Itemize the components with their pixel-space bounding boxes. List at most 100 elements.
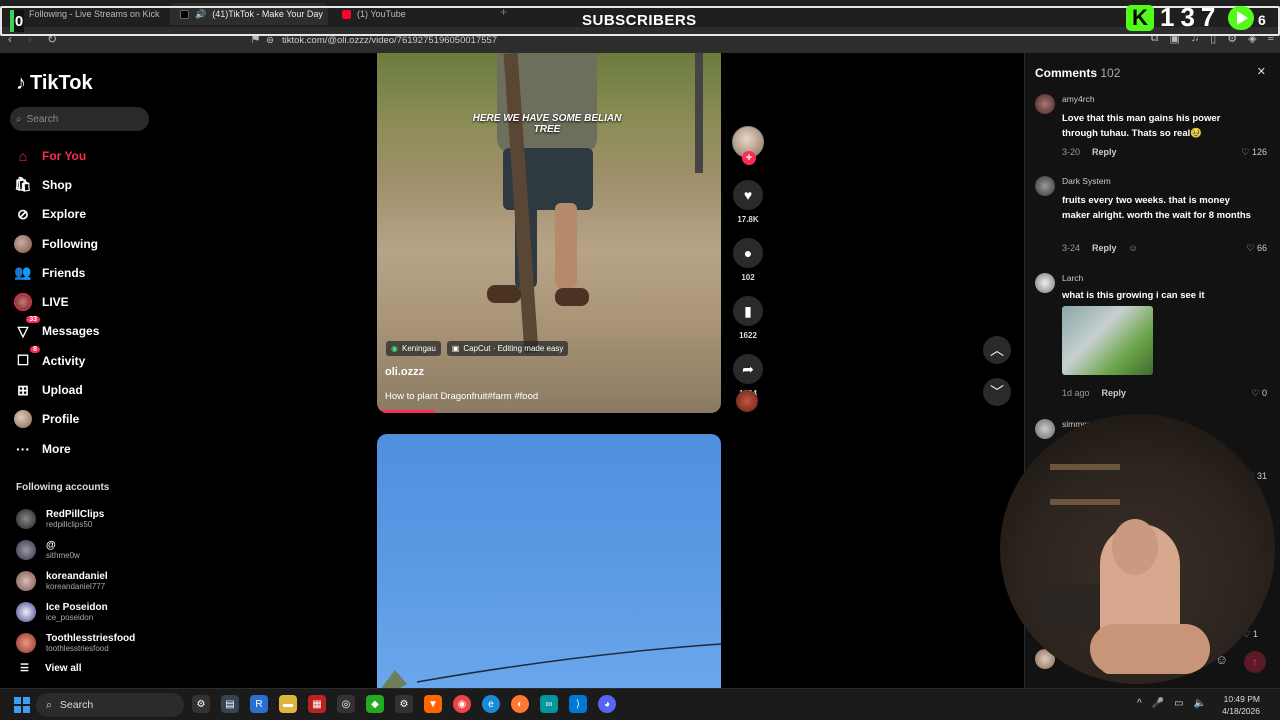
sidebar-item-for-you[interactable]: ⌂ For You xyxy=(14,141,214,170)
account-item[interactable]: Ice Poseidon ice_poseidon xyxy=(16,596,196,627)
location-tag[interactable]: ◉ Keningau xyxy=(386,341,441,356)
edge-icon[interactable]: e xyxy=(482,695,500,713)
sidebar-item-following[interactable]: Following xyxy=(14,229,214,258)
previous-video-button[interactable]: ︿ xyxy=(983,336,1011,364)
send-comment-button[interactable]: ↑ xyxy=(1244,651,1266,673)
firefox-icon[interactable]: ◐ xyxy=(511,695,529,713)
avatar[interactable] xyxy=(1035,419,1055,439)
sidebar-item-explore[interactable]: ⊘ Explore xyxy=(14,200,214,229)
music-disc-icon[interactable] xyxy=(736,390,758,412)
sidebar-item-activity[interactable]: ☐ 8 Activity xyxy=(14,345,214,375)
menu-icon[interactable]: ≡ xyxy=(1268,32,1274,45)
new-tab-button[interactable]: + xyxy=(500,5,507,19)
comment-like[interactable]: ♡ 66 xyxy=(1246,243,1267,254)
comment-username[interactable]: Dark System xyxy=(1062,176,1111,186)
avatar[interactable] xyxy=(1035,273,1055,293)
sidebar-item-messages[interactable]: ▽ 33 Messages xyxy=(14,316,214,346)
tiktok-logo[interactable]: ♪ TikTok xyxy=(16,72,93,95)
comment-like[interactable]: ♡ 0 xyxy=(1251,388,1267,399)
follow-plus-icon[interactable]: + xyxy=(742,151,756,165)
share-icon[interactable]: ➦ xyxy=(733,354,763,384)
discord-icon[interactable]: ◕ xyxy=(598,695,616,713)
back-icon[interactable]: ‹ xyxy=(8,32,12,46)
video-progress-bar[interactable] xyxy=(377,410,436,413)
bookmark-icon[interactable]: ▮ xyxy=(733,296,763,326)
taskbar-clock[interactable]: 10:49 PM 4/18/2026 xyxy=(1222,693,1260,717)
forward-icon[interactable]: › xyxy=(28,32,32,46)
chrome-icon[interactable]: ◉ xyxy=(453,695,471,713)
overlay-right-counter: 6 xyxy=(1258,12,1266,28)
app-icon[interactable]: ▤ xyxy=(221,695,239,713)
microphone-icon[interactable]: 🎤 xyxy=(1152,698,1164,709)
app-icon[interactable]: ◆ xyxy=(366,695,384,713)
volume-icon[interactable]: 🔈 xyxy=(1194,698,1206,709)
windows-start-icon[interactable] xyxy=(14,697,30,713)
sidebar-item-upload[interactable]: ⊞ Upload xyxy=(14,375,214,404)
account-item[interactable]: RedPillClips redpillclips50 xyxy=(16,503,196,534)
search-input[interactable]: ⌕ Search xyxy=(10,107,149,131)
extension-icon[interactable]: ▣ xyxy=(1170,32,1180,45)
taskbar-search[interactable]: ⌕ Search xyxy=(36,693,184,717)
tab-tiktok[interactable]: 🔊 (41)TikTok - Make Your Day ✕ xyxy=(170,3,328,25)
webcam-scene-head xyxy=(1112,519,1158,575)
account-item[interactable]: Toothlesstriesfood toothlesstriesfood xyxy=(16,627,196,658)
account-item[interactable]: koreandaniel koreandaniel777 xyxy=(16,565,196,596)
sidebar-item-more[interactable]: ··· More xyxy=(14,434,214,463)
app-icon[interactable]: ⚙ xyxy=(395,695,413,713)
heart-icon[interactable]: ♥ xyxy=(733,180,763,210)
location-pin-icon: ◉ xyxy=(391,344,398,353)
address-bar[interactable]: ⊜ tiktok.com/@oli.ozzz/video/76192751960… xyxy=(266,31,1006,49)
avatar[interactable] xyxy=(1035,94,1055,114)
sidebar-item-live[interactable]: LIVE xyxy=(14,287,214,316)
sidebar-item-label: LIVE xyxy=(42,295,69,310)
next-video-player[interactable] xyxy=(377,434,721,694)
tab-kick[interactable]: Following - Live Streams on Kick xyxy=(4,3,167,25)
app-icon[interactable]: ▦ xyxy=(308,695,326,713)
sidebar-item-friends[interactable]: 👥 Friends xyxy=(14,258,214,287)
comment-item: Dark System fruits every two weeks. that… xyxy=(1035,176,1271,266)
reply-button[interactable]: Reply xyxy=(1102,388,1127,398)
sidebar-item-profile[interactable]: Profile xyxy=(14,405,214,434)
bookmark-icon[interactable]: ⚑ xyxy=(250,32,261,46)
comment-image[interactable] xyxy=(1062,306,1153,375)
avatar[interactable] xyxy=(1035,176,1055,196)
comment-icon[interactable]: ● xyxy=(733,238,763,268)
comment-action[interactable]: ● 102 xyxy=(732,238,764,282)
music-icon[interactable]: ♫ xyxy=(1191,32,1199,45)
capcut-tag[interactable]: ▣ CapCut · Editing made easy xyxy=(446,341,569,356)
reply-button[interactable]: Reply xyxy=(1092,243,1117,253)
capcut-icon: ▣ xyxy=(451,344,460,353)
vscode-icon[interactable]: ⟩ xyxy=(569,695,587,713)
comment-username[interactable]: amy4rch xyxy=(1062,94,1095,104)
extension-icon[interactable]: ⧉ xyxy=(1151,32,1159,45)
sidebar-toggle-icon[interactable]: ▯ xyxy=(1210,32,1216,45)
sidebar-item-shop[interactable]: 🛍 Shop xyxy=(14,170,214,199)
comment-username[interactable]: Larch xyxy=(1062,273,1083,283)
video-player[interactable]: HERE WE HAVE SOME BELIAN TREE ◉ Keningau … xyxy=(377,53,721,413)
wallet-icon[interactable]: ◈ xyxy=(1248,32,1256,45)
tab-youtube[interactable]: (1) YouTube xyxy=(332,3,492,25)
app-icon[interactable]: ◎ xyxy=(337,695,355,713)
reload-icon[interactable]: ↻ xyxy=(47,32,57,46)
next-video-button[interactable]: ﹀ xyxy=(983,378,1011,406)
save-action[interactable]: ▮ 1622 xyxy=(732,296,764,340)
like-action[interactable]: ♥ 17.8K xyxy=(732,180,764,224)
close-icon[interactable]: ✕ xyxy=(1257,65,1266,78)
app-icon[interactable]: R xyxy=(250,695,268,713)
creator-avatar[interactable]: + xyxy=(732,126,764,165)
chevron-up-icon[interactable]: ^ xyxy=(1137,698,1142,709)
video-author[interactable]: oli.ozzz xyxy=(385,366,424,378)
arduino-icon[interactable]: ∞ xyxy=(540,695,558,713)
comment-like[interactable]: ♡ 126 xyxy=(1241,147,1267,158)
network-icon[interactable]: ▭ xyxy=(1174,698,1183,709)
extensions-icon[interactable]: ⚙ xyxy=(1227,32,1237,45)
site-info-icon[interactable]: ⊜ xyxy=(266,35,274,46)
brave-icon[interactable]: ▼ xyxy=(424,695,442,713)
account-name: koreandaniel xyxy=(46,570,108,582)
file-explorer-icon[interactable]: ▬ xyxy=(279,695,297,713)
account-item[interactable]: @ sithme0w xyxy=(16,534,196,565)
sidebar-item-label: Upload xyxy=(42,383,83,398)
task-view-icon[interactable]: ⚙ xyxy=(192,695,210,713)
view-all-link[interactable]: ☰ View all xyxy=(20,663,81,674)
reply-button[interactable]: Reply xyxy=(1092,147,1117,157)
